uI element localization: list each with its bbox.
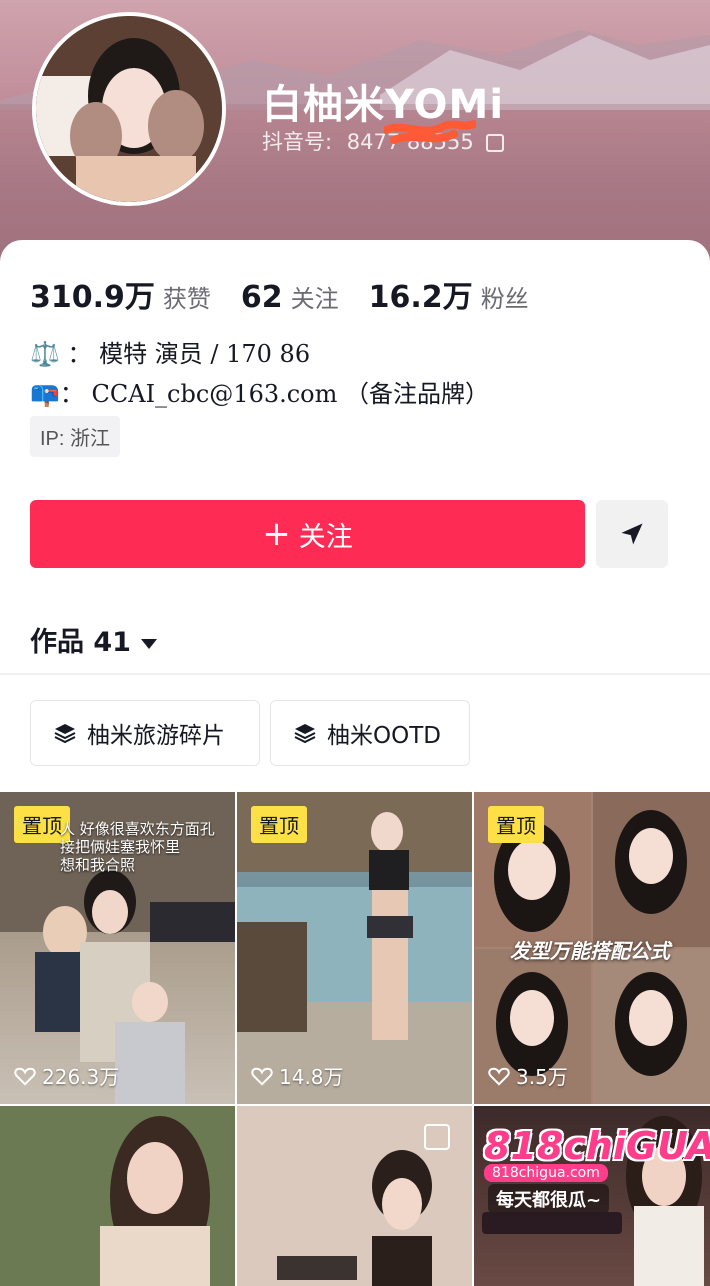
multi-image-icon <box>424 1124 450 1150</box>
like-count: 226.3万 <box>14 1061 119 1090</box>
collection-ootd[interactable]: 柚米OOTD <box>270 700 470 766</box>
stats-row: 310.9万 获赞 62 关注 16.2万 粉丝 <box>30 272 559 316</box>
video-caption: 人 好像很喜欢东方面孔 接把俩娃塞我怀里 想和我合照 <box>60 820 215 874</box>
profile-card: 310.9万 获赞 62 关注 16.2万 粉丝 ⚖️ ： 模特 演员 / 17… <box>0 240 710 1286</box>
redaction-scribble <box>384 120 476 144</box>
followers-label[interactable]: 粉丝 <box>481 279 529 314</box>
video-title-overlay: 发型万能搭配公式 <box>510 939 670 963</box>
copy-icon[interactable] <box>486 134 505 152</box>
bio-line-profession: ⚖️ ： 模特 演员 / 170 86 <box>30 340 311 368</box>
works-tab-label: 作品 41 <box>30 627 131 658</box>
watermark-logo-text: 818chiGUA <box>484 1124 710 1168</box>
likes-count[interactable]: 310.9万 <box>30 272 155 316</box>
followers-count[interactable]: 16.2万 <box>369 272 473 316</box>
avatar-portrait-image <box>36 16 222 202</box>
watermark-logo-url: 818chigua.com <box>484 1164 608 1182</box>
layers-icon <box>294 724 316 744</box>
heart-icon <box>14 1067 36 1086</box>
video-thumbnail[interactable]: 置顶 人 好像很喜欢东方面孔 接把俩娃塞我怀里 想和我合照 226.3万 <box>0 792 235 1104</box>
watermark-banner <box>482 1212 622 1234</box>
follow-button[interactable]: + 关注 <box>30 500 585 568</box>
video-thumbnail[interactable] <box>237 1106 472 1286</box>
heart-icon <box>488 1067 510 1086</box>
like-count-value: 14.8万 <box>279 1065 344 1089</box>
like-count-value: 226.3万 <box>42 1065 120 1089</box>
pinned-badge: 置顶 <box>488 806 544 843</box>
send-icon <box>621 523 643 545</box>
following-label[interactable]: 关注 <box>291 279 339 314</box>
divider <box>0 673 710 675</box>
video-thumbnail-image <box>0 1106 235 1286</box>
video-thumbnail[interactable]: 置顶 发型万能搭配公式 3.5万 <box>474 792 710 1104</box>
follow-button-label: 关注 <box>298 521 353 553</box>
collection-travel[interactable]: 柚米旅游碎片 <box>30 700 260 766</box>
avatar[interactable] <box>32 12 226 206</box>
like-count-value: 3.5万 <box>516 1065 568 1089</box>
video-thumbnail[interactable] <box>0 1106 235 1286</box>
video-thumbnail[interactable]: 置顶 14.8万 <box>237 792 472 1104</box>
heart-icon <box>251 1067 273 1086</box>
works-tab[interactable]: 作品 41 <box>30 620 157 659</box>
following-count[interactable]: 62 <box>241 280 283 315</box>
collection-label: 柚米旅游碎片 <box>87 723 225 749</box>
like-count: 14.8万 <box>251 1061 344 1090</box>
video-thumbnail[interactable]: 818chiGUA 818chigua.com 每天都很瓜~ <box>474 1106 710 1286</box>
likes-label[interactable]: 获赞 <box>163 279 211 314</box>
watermark-logo: 818chiGUA 818chigua.com <box>484 1124 710 1182</box>
collection-label: 柚米OOTD <box>327 723 441 749</box>
bio-line-contact: 📪： CCAI_cbc@163.com （备注品牌） <box>30 380 490 408</box>
share-button[interactable] <box>596 500 668 568</box>
watermark-slogan: 每天都很瓜~ <box>488 1184 610 1214</box>
ip-location-tag: IP: 浙江 <box>30 416 121 457</box>
like-count: 3.5万 <box>488 1061 568 1090</box>
plus-icon: + <box>262 514 291 554</box>
chevron-down-icon <box>140 638 157 649</box>
douyin-id-label: 抖音号: <box>262 130 333 154</box>
layers-icon <box>54 724 76 744</box>
pinned-badge: 置顶 <box>251 806 307 843</box>
